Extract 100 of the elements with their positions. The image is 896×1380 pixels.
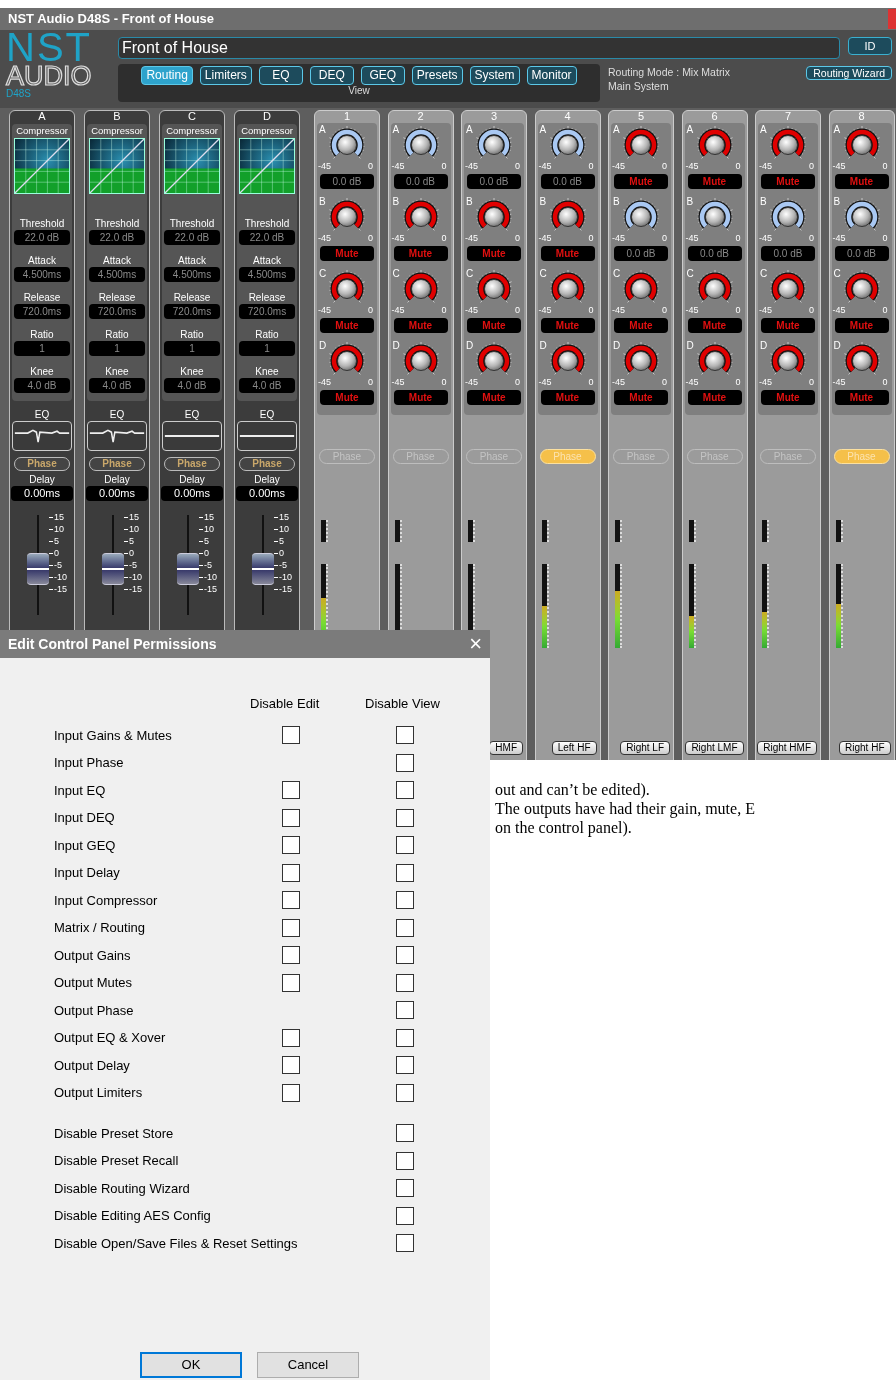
knob-letter: C bbox=[686, 269, 694, 279]
fader-scale-label: -10 bbox=[279, 572, 292, 582]
permission-label: Input GEQ bbox=[54, 837, 116, 853]
section-label: Compressor bbox=[241, 124, 293, 138]
fader-scale-label: -5 bbox=[54, 560, 62, 570]
knob-scale-label: 0 bbox=[441, 378, 448, 387]
param-label: Delay bbox=[104, 474, 130, 486]
fader-scale-label: 5 bbox=[129, 536, 134, 546]
knob-scale-label: -45 bbox=[612, 162, 625, 171]
knob-scale-label: -45 bbox=[538, 234, 552, 243]
section-label: Compressor bbox=[16, 124, 68, 138]
knob-scale-label: -45 bbox=[318, 234, 331, 243]
param-label: Knee bbox=[105, 365, 129, 378]
channel-number: 3 bbox=[490, 111, 498, 122]
knob-scale-label: 0 bbox=[588, 162, 595, 171]
knob-letter: D bbox=[760, 341, 768, 351]
knob-letter: C bbox=[466, 269, 474, 279]
fader-scale-label: -10 bbox=[204, 572, 217, 582]
param-label: Release bbox=[23, 291, 61, 304]
knob-scale-label: 0 bbox=[662, 306, 668, 315]
knob-scale-label: 0 bbox=[368, 234, 374, 243]
fader-scale-label: -10 bbox=[54, 572, 67, 582]
knob-letter: D bbox=[686, 341, 694, 351]
logo-text: AUDIO bbox=[6, 64, 93, 88]
knob-letter: C bbox=[392, 269, 400, 279]
param-label: Delay bbox=[179, 474, 205, 486]
knob-scale-label: -45 bbox=[759, 234, 772, 243]
channel-number: 6 bbox=[711, 111, 718, 122]
section-label: EQ bbox=[259, 409, 275, 421]
section-label: EQ bbox=[184, 409, 200, 421]
knob-scale-label: -45 bbox=[832, 378, 846, 387]
tab-bar-caption: View bbox=[348, 85, 370, 97]
knob-scale-label: -45 bbox=[538, 162, 552, 171]
knob-scale-label: -45 bbox=[538, 378, 552, 387]
fader-scale-label: -15 bbox=[279, 584, 292, 594]
channel-number: 5 bbox=[637, 111, 645, 122]
permission-label: Disable Editing AES Config bbox=[54, 1208, 211, 1223]
column-header: Disable View bbox=[365, 695, 440, 713]
knob-scale-label: -45 bbox=[465, 234, 478, 243]
knob-scale-label: 0 bbox=[588, 306, 595, 315]
permission-label: Input DEQ bbox=[54, 810, 115, 825]
channel-number: 8 bbox=[858, 111, 865, 122]
knob-letter: D bbox=[833, 341, 841, 351]
knob-letter: D bbox=[466, 341, 474, 351]
knob-scale-label: -45 bbox=[759, 306, 772, 315]
param-label: Attack bbox=[103, 254, 131, 267]
knob-letter: A bbox=[613, 125, 620, 135]
knob-scale-label: -45 bbox=[612, 378, 625, 387]
knob-scale-label: -45 bbox=[318, 162, 331, 171]
permission-label: Output EQ & Xover bbox=[54, 1030, 166, 1045]
knob-scale-label: -45 bbox=[832, 162, 846, 171]
knob-letter: C bbox=[833, 269, 841, 279]
channel-number: 7 bbox=[784, 111, 792, 122]
knob-scale-label: 0 bbox=[735, 306, 742, 315]
fader-scale-label: 10 bbox=[204, 524, 214, 534]
knob-scale-label: 0 bbox=[735, 162, 742, 171]
knob-letter: A bbox=[539, 125, 547, 135]
knob-letter: B bbox=[466, 197, 473, 207]
param-label: Threshold bbox=[19, 217, 65, 230]
permission-label: Input Gains & Mutes bbox=[54, 727, 172, 743]
logo-text: NST bbox=[6, 30, 93, 64]
channel-number: 4 bbox=[564, 111, 571, 122]
permission-label: Disable Preset Store bbox=[54, 1125, 174, 1141]
knob-scale-label: 0 bbox=[735, 234, 742, 243]
knob-scale-label: -45 bbox=[318, 378, 331, 387]
fader-scale-label: -5 bbox=[204, 560, 212, 570]
channel-letter: C bbox=[188, 111, 196, 122]
knob-scale-label: 0 bbox=[662, 378, 668, 387]
param-label: Ratio bbox=[30, 328, 54, 341]
model-label: D48S bbox=[6, 88, 32, 100]
permission-label: Disable Open/Save Files & Reset Settings bbox=[54, 1235, 298, 1251]
knob-scale-label: 0 bbox=[441, 162, 448, 171]
knob-letter: C bbox=[539, 269, 547, 279]
knob-scale-label: -45 bbox=[612, 234, 625, 243]
knob-letter: A bbox=[319, 125, 326, 135]
permission-label: Input Phase bbox=[54, 755, 124, 770]
knob-scale-label: -45 bbox=[391, 378, 405, 387]
knob-scale-label: -45 bbox=[465, 306, 478, 315]
param-label: Attack bbox=[28, 254, 56, 267]
knob-letter: A bbox=[686, 125, 694, 135]
document-text: The outputs have had their gain, mute, E bbox=[495, 799, 756, 818]
knob-scale-label: 0 bbox=[441, 234, 448, 243]
knob-scale-label: 0 bbox=[882, 234, 889, 243]
param-label: Release bbox=[173, 291, 211, 304]
knob-letter: D bbox=[319, 341, 327, 351]
fader-scale-label: 15 bbox=[129, 512, 139, 522]
section-label: EQ bbox=[109, 409, 125, 421]
fader-scale-label: -5 bbox=[279, 560, 287, 570]
param-label: Ratio bbox=[105, 328, 129, 341]
param-label: Attack bbox=[178, 254, 206, 267]
knob-scale-label: -45 bbox=[391, 162, 405, 171]
system-name-text: Main System bbox=[608, 79, 670, 93]
knob-letter: B bbox=[686, 197, 694, 207]
knob-scale-label: 0 bbox=[588, 378, 595, 387]
fader-scale-label: 15 bbox=[204, 512, 214, 522]
fader-scale-label: 15 bbox=[54, 512, 64, 522]
window-title: NST Audio D48S - Front of House bbox=[8, 10, 215, 29]
knob-scale-label: -45 bbox=[538, 306, 552, 315]
routing-mode-text: Routing Mode : Mix Matrix bbox=[608, 65, 730, 79]
permission-label: Input Compressor bbox=[54, 892, 158, 908]
